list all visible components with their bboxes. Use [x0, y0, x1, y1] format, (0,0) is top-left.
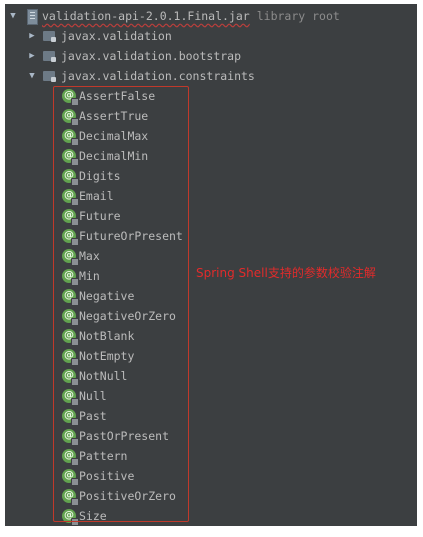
annotation-label: Pattern	[79, 449, 128, 463]
package-label: javax.validation.constraints	[61, 69, 255, 83]
annotation-text: Spring Shell支持的参数校验注解	[196, 266, 376, 280]
package-icon	[43, 71, 56, 82]
annotation-type-icon: @	[62, 189, 79, 206]
annotation-type-icon: @	[62, 489, 79, 506]
annotation-type-icon: @	[62, 149, 79, 166]
collapse-arrow-icon[interactable]: ▶	[26, 46, 38, 66]
annotation-label: NegativeOrZero	[79, 309, 176, 323]
annotation-type-icon: @	[62, 369, 79, 386]
annotation-label: Size	[79, 509, 107, 523]
annotation-label: NotEmpty	[79, 349, 135, 363]
package-icon	[43, 31, 56, 42]
annotation-type-icon: @	[62, 169, 79, 186]
annotation-type-icon: @	[62, 329, 79, 346]
annotation-label: AssertFalse	[79, 89, 156, 103]
library-root-label: library root	[256, 9, 340, 23]
annotation-type-icon: @	[62, 289, 79, 306]
annotation-label: Positive	[79, 469, 135, 483]
annotation-type-icon: @	[62, 229, 79, 246]
annotation-label: Min	[79, 269, 100, 283]
annotation-label: PastOrPresent	[79, 429, 170, 443]
annotation-label: AssertTrue	[79, 109, 149, 123]
package-icon	[43, 51, 56, 62]
annotation-label: Max	[79, 249, 100, 263]
expand-arrow-icon[interactable]: ▼	[26, 66, 38, 86]
package-label: javax.validation	[61, 29, 172, 43]
package-label: javax.validation.bootstrap	[61, 49, 242, 63]
jar-name: validation-api-2.0.1.Final.jar	[42, 9, 250, 23]
annotation-type-icon: @	[62, 249, 79, 266]
annotation-type-icon: @	[62, 349, 79, 366]
annotation-label: Null	[79, 389, 107, 403]
annotation-type-icon: @	[62, 389, 79, 406]
annotation-label: DecimalMin	[79, 149, 149, 163]
annotation-label: DecimalMax	[79, 129, 149, 143]
annotation-type-icon: @	[62, 109, 79, 126]
annotation-type-icon: @	[62, 449, 79, 466]
annotation-label: NotBlank	[79, 329, 135, 343]
annotation-label: FutureOrPresent	[79, 229, 183, 243]
annotation-label: Negative	[79, 289, 135, 303]
annotation-type-icon: @	[62, 209, 79, 226]
annotation-label: Email	[79, 189, 114, 203]
annotation-label: NotNull	[79, 369, 128, 383]
annotation-label: PositiveOrZero	[79, 489, 176, 503]
annotation-type-icon: @	[62, 269, 79, 286]
annotation-type-icon: @	[62, 469, 79, 486]
annotation-type-icon: @	[62, 89, 79, 106]
annotation-label: Future	[79, 209, 121, 223]
annotation-type-icon: @	[62, 309, 79, 326]
annotation-label: Digits	[79, 169, 121, 183]
annotation-type-icon: @	[62, 129, 79, 146]
jar-icon	[27, 9, 38, 25]
annotation-type-icon: @	[62, 429, 79, 446]
annotation-type-icon: @	[62, 409, 79, 426]
annotation-label: Past	[79, 409, 107, 423]
annotation-type-icon: @	[62, 509, 79, 526]
collapse-arrow-icon[interactable]: ▶	[26, 26, 38, 46]
expand-arrow-icon[interactable]: ▼	[7, 6, 19, 26]
